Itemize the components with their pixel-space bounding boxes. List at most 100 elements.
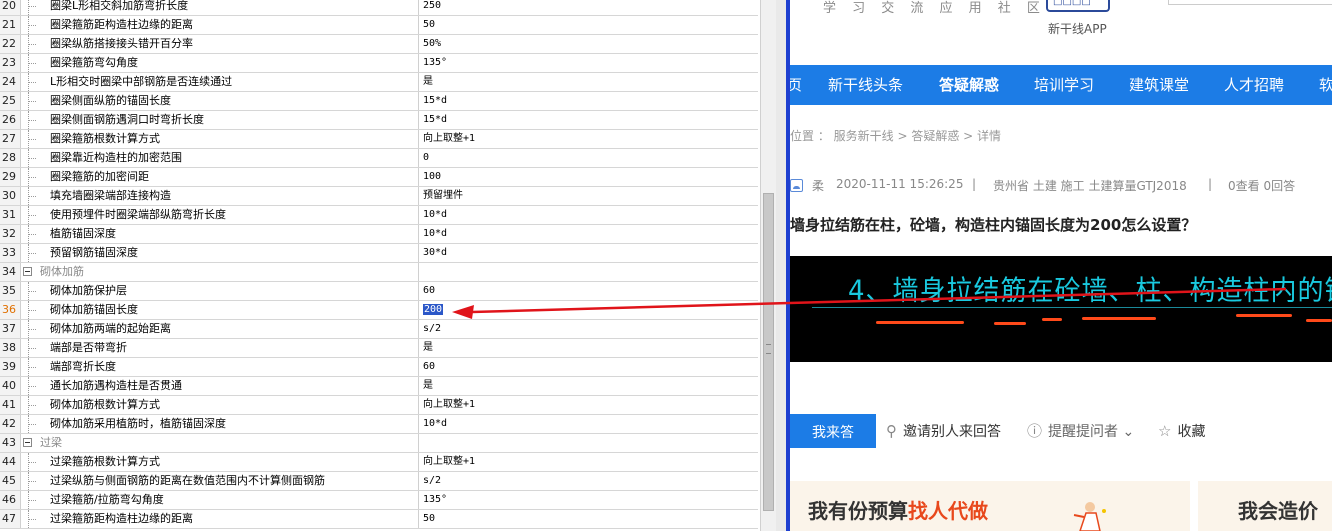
property-value[interactable] xyxy=(420,434,758,452)
promo-banner[interactable]: 我有份预算找人代做 我会造价 xyxy=(790,481,1332,531)
table-row[interactable]: 25 圈梁侧面纵筋的锚固长度 15*d xyxy=(0,92,758,111)
table-row[interactable]: 39 端部弯折长度 60 xyxy=(0,358,758,377)
tree-line xyxy=(22,510,36,528)
nav-item-qa[interactable]: 答疑解惑 xyxy=(939,65,999,105)
favorite-button[interactable]: ☆ 收藏 xyxy=(1158,414,1205,448)
tree-line xyxy=(22,244,36,262)
property-value[interactable]: 0 xyxy=(420,149,758,167)
selected-value[interactable]: 200 xyxy=(423,304,444,315)
app-qr-icon[interactable]: □□□□ xyxy=(1046,0,1110,12)
collapse-icon[interactable] xyxy=(23,438,32,447)
user-name[interactable]: 柔 xyxy=(812,177,824,194)
table-row[interactable]: 37 砌体加筋两端的起始距离 s/2 xyxy=(0,320,758,339)
property-value[interactable]: 是 xyxy=(420,339,758,357)
table-row[interactable]: 20 圈梁L形相交斜加筋弯折长度 250 xyxy=(0,0,758,16)
tree-line xyxy=(22,16,36,34)
invite-button[interactable]: ⚲ 邀请别人来回答 xyxy=(886,414,1001,448)
row-number: 43 xyxy=(0,434,21,452)
property-value[interactable]: 10*d xyxy=(420,225,758,243)
table-row[interactable]: 36 砌体加筋锚固长度 200 xyxy=(0,301,758,320)
table-row[interactable]: 40 通长加筋遇构造柱是否贯通是 xyxy=(0,377,758,396)
property-value[interactable]: 250 xyxy=(420,0,758,15)
property-name: 填充墙圈梁端部连接构造 xyxy=(36,187,419,205)
property-value[interactable]: 30*d xyxy=(420,244,758,262)
nav-item-training[interactable]: 培训学习 xyxy=(1034,65,1094,105)
table-row[interactable]: 30 填充墙圈梁端部连接构造 预留埋件 xyxy=(0,187,758,206)
property-value[interactable]: s/2 xyxy=(420,472,758,490)
table-row[interactable]: 42 砌体加筋采用植筋时，植筋锚固深度 10*d xyxy=(0,415,758,434)
table-row[interactable]: 41 砌体加筋根数计算方式 向上取整+1 xyxy=(0,396,758,415)
table-row[interactable]: 27 圈梁箍筋根数计算方式 向上取整+1 xyxy=(0,130,758,149)
property-value[interactable]: 10*d xyxy=(420,206,758,224)
property-value[interactable]: s/2 xyxy=(420,320,758,338)
property-value[interactable]: 50 xyxy=(420,16,758,34)
property-value[interactable]: 15*d xyxy=(420,92,758,110)
property-name: 圈梁箍筋的加密间距 xyxy=(36,168,419,186)
nav-item-headlines[interactable]: 新干线头条 xyxy=(828,65,903,105)
property-name: 通长加筋遇构造柱是否贯通 xyxy=(36,377,419,395)
nav-item-home[interactable]: 页 xyxy=(790,65,802,105)
tree-line xyxy=(22,149,36,167)
nav-item-classroom[interactable]: 建筑课堂 xyxy=(1129,65,1189,105)
remind-button[interactable]: ⓘ 提醒提问者 ⌄ xyxy=(1027,414,1134,448)
property-value[interactable]: 向上取整+1 xyxy=(420,130,758,148)
answer-button[interactable]: 我来答 xyxy=(790,414,876,448)
property-value[interactable]: 60 xyxy=(420,358,758,376)
table-row[interactable]: 45 过梁纵筋与侧面钢筋的距离在数值范围内不计算侧面钢筋 s/2 xyxy=(0,472,758,491)
table-row[interactable]: 32 植筋锚固深度 10*d xyxy=(0,225,758,244)
nav-item-jobs[interactable]: 人才招聘 xyxy=(1224,65,1284,105)
table-row[interactable]: 44 过梁箍筋根数计算方式 向上取整+1 xyxy=(0,453,758,472)
tree-line xyxy=(22,187,36,205)
property-value[interactable]: 135° xyxy=(420,491,758,509)
group-row[interactable]: 34 砌体加筋 xyxy=(0,263,758,282)
property-value[interactable]: 50 xyxy=(420,510,758,528)
scrollbar-thumb[interactable] xyxy=(763,193,774,511)
table-row[interactable]: 31 使用预埋件时圈梁端部纵筋弯折长度 10*d xyxy=(0,206,758,225)
table-row[interactable]: 47 过梁箍筋距构造柱边缘的距离 50 xyxy=(0,510,758,529)
table-row[interactable]: 21 圈梁箍筋距构造柱边缘的距离 50 xyxy=(0,16,758,35)
property-value[interactable]: 50% xyxy=(420,35,758,53)
table-row[interactable]: 23 圈梁箍筋弯勾角度 135° xyxy=(0,54,758,73)
underline-mark xyxy=(994,322,1026,325)
table-row[interactable]: 28 圈梁靠近构造柱的加密范围 0 xyxy=(0,149,758,168)
property-name: 植筋锚固深度 xyxy=(36,225,419,243)
table-row[interactable]: 46 过梁箍筋/拉筋弯勾角度 135° xyxy=(0,491,758,510)
table-row[interactable]: 24 L形相交时圈梁中部钢筋是否连续通过是 xyxy=(0,73,758,92)
table-row[interactable]: 33 预留钢筋锚固深度 30*d xyxy=(0,244,758,263)
property-value[interactable] xyxy=(420,263,758,281)
table-row[interactable]: 22 圈梁纵筋搭接接头错开百分率 50% xyxy=(0,35,758,54)
vertical-scrollbar[interactable] xyxy=(760,0,776,531)
question-title: 墙身拉结筋在柱，砼墙，构造柱内锚固长度为200怎么设置？ xyxy=(790,216,1197,234)
tree-line xyxy=(22,358,36,376)
property-name: 圈梁箍筋根数计算方式 xyxy=(36,130,419,148)
table-row[interactable]: 38 端部是否带弯折是 xyxy=(0,339,758,358)
property-value[interactable]: 是 xyxy=(420,73,758,91)
property-value[interactable]: 60 xyxy=(420,282,758,300)
property-value[interactable]: 100 xyxy=(420,168,758,186)
property-value[interactable]: 是 xyxy=(420,377,758,395)
user-avatar-icon xyxy=(790,179,803,192)
search-input[interactable] xyxy=(1168,0,1332,5)
property-grid: 20 圈梁L形相交斜加筋弯折长度 250 21 圈梁箍筋距构造柱边缘的距离 50 22 圈梁纵… xyxy=(0,0,760,531)
property-value[interactable]: 向上取整+1 xyxy=(420,453,758,471)
property-value[interactable]: 135° xyxy=(420,54,758,72)
table-row[interactable]: 29 圈梁箍筋的加密间距 100 xyxy=(0,168,758,187)
question-stats: 0查看 0回答 xyxy=(1228,179,1296,193)
property-value[interactable]: 10*d xyxy=(420,415,758,433)
property-value[interactable]: 200 xyxy=(420,301,758,319)
question-meta: 柔 2020-11-11 15:26:25 | 贵州省 土建 施工 土建算量GT… xyxy=(790,177,1332,195)
property-name: 砌体加筋保护层 xyxy=(36,282,419,300)
tree-line xyxy=(22,168,36,186)
table-row[interactable]: 26 圈梁侧面钢筋遇洞口时弯折长度 15*d xyxy=(0,111,758,130)
property-value[interactable]: 预留埋件 xyxy=(420,187,758,205)
property-value[interactable]: 15*d xyxy=(420,111,758,129)
collapse-icon[interactable] xyxy=(23,267,32,276)
row-number: 26 xyxy=(0,111,21,129)
app-label[interactable]: 新干线APP xyxy=(1048,20,1107,37)
nav-item-software[interactable]: 软 xyxy=(1319,65,1332,105)
property-value[interactable]: 向上取整+1 xyxy=(420,396,758,414)
tree-line xyxy=(22,472,36,490)
row-number: 36 xyxy=(0,301,21,319)
group-row[interactable]: 43 过梁 xyxy=(0,434,758,453)
table-row[interactable]: 35 砌体加筋保护层 60 xyxy=(0,282,758,301)
